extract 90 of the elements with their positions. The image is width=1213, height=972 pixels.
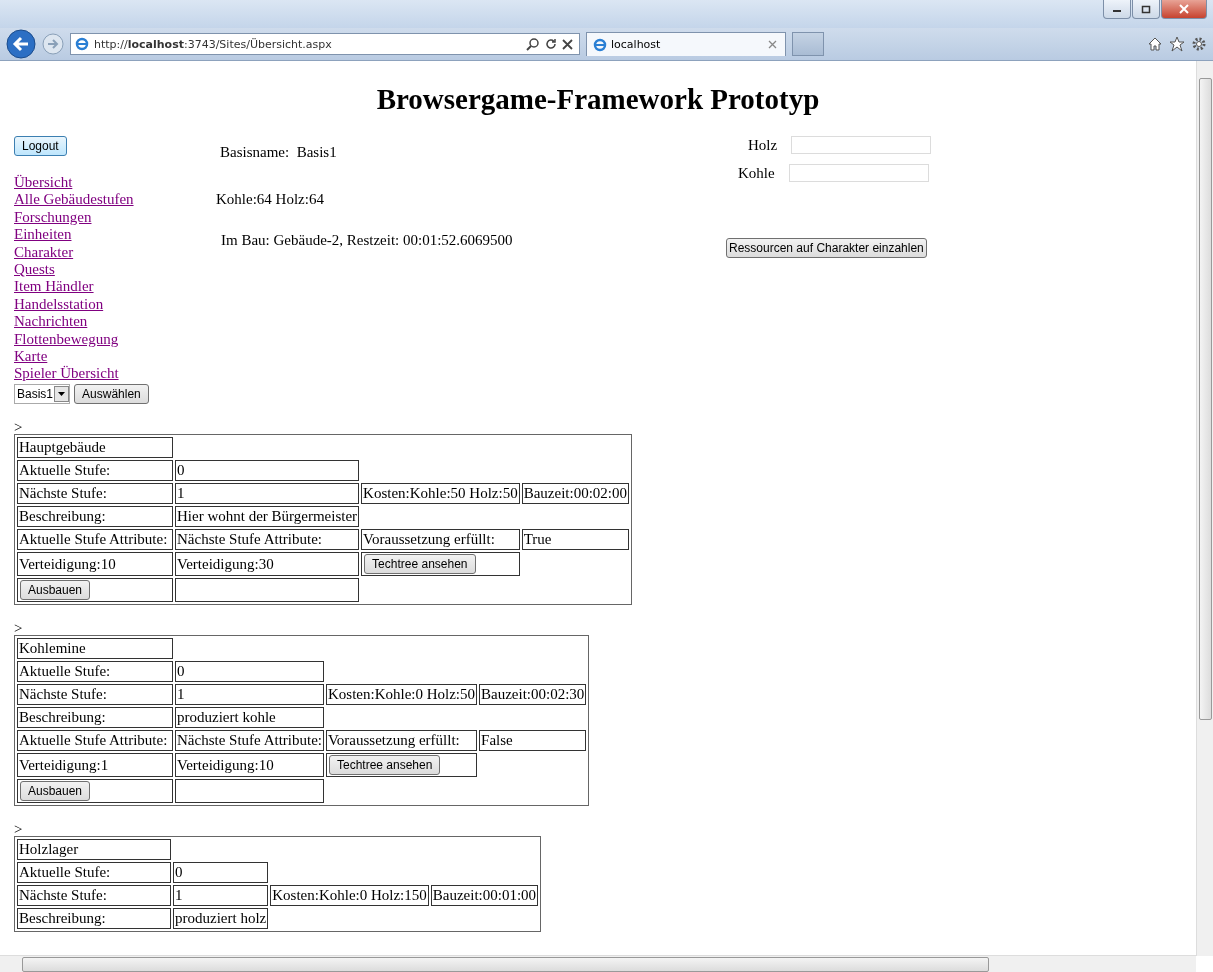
table-cell: Kohlemine — [17, 637, 173, 659]
table-cell: Bauzeit:00:02:30 — [479, 683, 587, 705]
maximize-button[interactable] — [1132, 0, 1160, 19]
table-cell: 1 — [175, 482, 360, 504]
table-cell: Beschreibung: — [17, 706, 173, 728]
marker-text: > — [14, 821, 24, 836]
input-field[interactable] — [788, 164, 929, 182]
table-cell: Aktuelle Stufe: — [17, 459, 173, 481]
nav-link[interactable]: Quests — [14, 261, 55, 279]
address-field[interactable]: http://localhost:3743/Sites/Übersicht.aspx — [70, 33, 580, 55]
select-button[interactable]: Auswählen — [74, 383, 149, 404]
table-cell: Holzlager — [17, 838, 171, 860]
base-dropdown[interactable]: Basis1 — [14, 383, 71, 404]
action-button[interactable]: Ausbauen — [20, 780, 91, 801]
table-cell: False — [479, 729, 587, 751]
nav-link[interactable]: Einheiten — [14, 226, 72, 244]
table-cell: 0 — [175, 459, 360, 481]
close-icon[interactable] — [768, 40, 777, 49]
maximize-icon — [1141, 4, 1151, 14]
table-cell: 0 — [173, 861, 269, 883]
close-icon — [1179, 4, 1189, 14]
caret-icon — [54, 385, 70, 402]
table-cell: Hier wohnt der Bürgermeister — [175, 505, 360, 527]
minimize-button[interactable] — [1103, 0, 1131, 19]
table-cell: 1 — [173, 884, 269, 906]
page-logo-icon — [593, 37, 607, 52]
table-cell: Verteidigung:30 — [175, 551, 360, 576]
close-button[interactable] — [1161, 0, 1207, 19]
info-text: Im Bau: Gebäude-2, Restzeit: 00:01:52.6069500 — [221, 232, 514, 249]
info-text: Kohle:64 Holz:64 — [216, 191, 325, 208]
table-cell: Aktuelle Stufe Attribute: — [17, 729, 173, 751]
vertical-scrollbar[interactable] — [1196, 61, 1213, 956]
action-button[interactable]: Techtree ansehen — [364, 553, 476, 574]
table-cell: Verteidigung:1 — [17, 752, 173, 777]
table-cell: Kosten:Kohle:0 Holz:150 — [270, 884, 429, 906]
action-button[interactable]: Ausbauen — [20, 579, 91, 600]
home-icon[interactable] — [1147, 36, 1163, 52]
table-cell: Kosten:Kohle:0 Holz:50 — [325, 683, 478, 705]
nav-link[interactable]: Karte — [14, 348, 48, 366]
table-cell: Hauptgebäude — [17, 436, 173, 458]
page-logo-icon — [75, 37, 89, 51]
table-cell: Bauzeit:00:02:00 — [521, 482, 629, 504]
stop-icon[interactable] — [562, 38, 573, 50]
field-label: Kohle — [738, 164, 775, 182]
page-title: Browsergame-Framework Prototyp — [375, 83, 821, 116]
browser-tab[interactable]: localhost — [586, 32, 786, 56]
horizontal-scrollbar[interactable] — [0, 955, 1196, 972]
marker-text: > — [14, 620, 24, 635]
action-button[interactable]: Techtree ansehen — [328, 754, 441, 775]
logout-button[interactable]: Logout — [14, 136, 67, 156]
back-icon[interactable] — [6, 29, 36, 59]
table-cell: 1 — [175, 683, 324, 705]
marker-text: > — [14, 419, 24, 434]
table-cell: Aktuelle Stufe Attribute: — [17, 528, 173, 550]
table-cell: Nächste Stufe: — [17, 683, 173, 705]
table-cell: produziert holz — [173, 907, 269, 929]
table-cell: produziert kohle — [175, 706, 324, 728]
nav-link[interactable]: Item Händler — [14, 278, 94, 296]
star-icon[interactable] — [1169, 36, 1185, 52]
nav-link[interactable]: Flottenbewegung — [14, 330, 119, 349]
table-cell: Nächste Stufe Attribute: — [175, 528, 360, 550]
table-cell: Voraussetzung erfüllt: — [361, 528, 520, 550]
nav-link[interactable]: Übersicht — [14, 174, 73, 192]
table-cell: Verteidigung:10 — [17, 551, 173, 576]
table-cell: Nächste Stufe Attribute: — [175, 729, 324, 751]
table-cell: Beschreibung: — [17, 505, 173, 527]
deposit-button[interactable]: Ressourcen auf Charakter einzahlen — [726, 238, 927, 258]
nav-link[interactable]: Nachrichten — [14, 313, 88, 331]
refresh-icon[interactable] — [545, 38, 557, 50]
search-icon[interactable] — [526, 37, 540, 51]
table-cell: Voraussetzung erfüllt: — [325, 729, 478, 751]
table-cell: Nächste Stufe: — [17, 884, 171, 906]
table-cell: Aktuelle Stufe: — [17, 861, 171, 883]
info-text: Basisname: Basis1 — [220, 144, 338, 161]
table-cell: Kosten:Kohle:50 Holz:50 — [361, 482, 520, 504]
table-cell: 0 — [175, 660, 324, 682]
table-cell: Aktuelle Stufe: — [17, 660, 173, 682]
table-cell: Bauzeit:00:01:00 — [430, 884, 539, 906]
table-cell: Nächste Stufe: — [17, 482, 173, 504]
nav-link[interactable]: Alle Gebäudestufen — [14, 191, 134, 209]
field-label: Holz — [748, 136, 778, 154]
nav-link[interactable]: Spieler Übersicht — [14, 365, 119, 383]
table-cell: Beschreibung: — [17, 907, 171, 929]
table-cell: Verteidigung:10 — [175, 752, 324, 777]
nav-link[interactable]: Forschungen — [14, 208, 92, 227]
nav-link[interactable]: Charakter — [14, 243, 74, 262]
table-cell: True — [521, 528, 629, 550]
nav-link[interactable]: Handelsstation — [14, 295, 104, 314]
input-field[interactable] — [791, 136, 932, 154]
settings-icon[interactable] — [1191, 36, 1207, 52]
